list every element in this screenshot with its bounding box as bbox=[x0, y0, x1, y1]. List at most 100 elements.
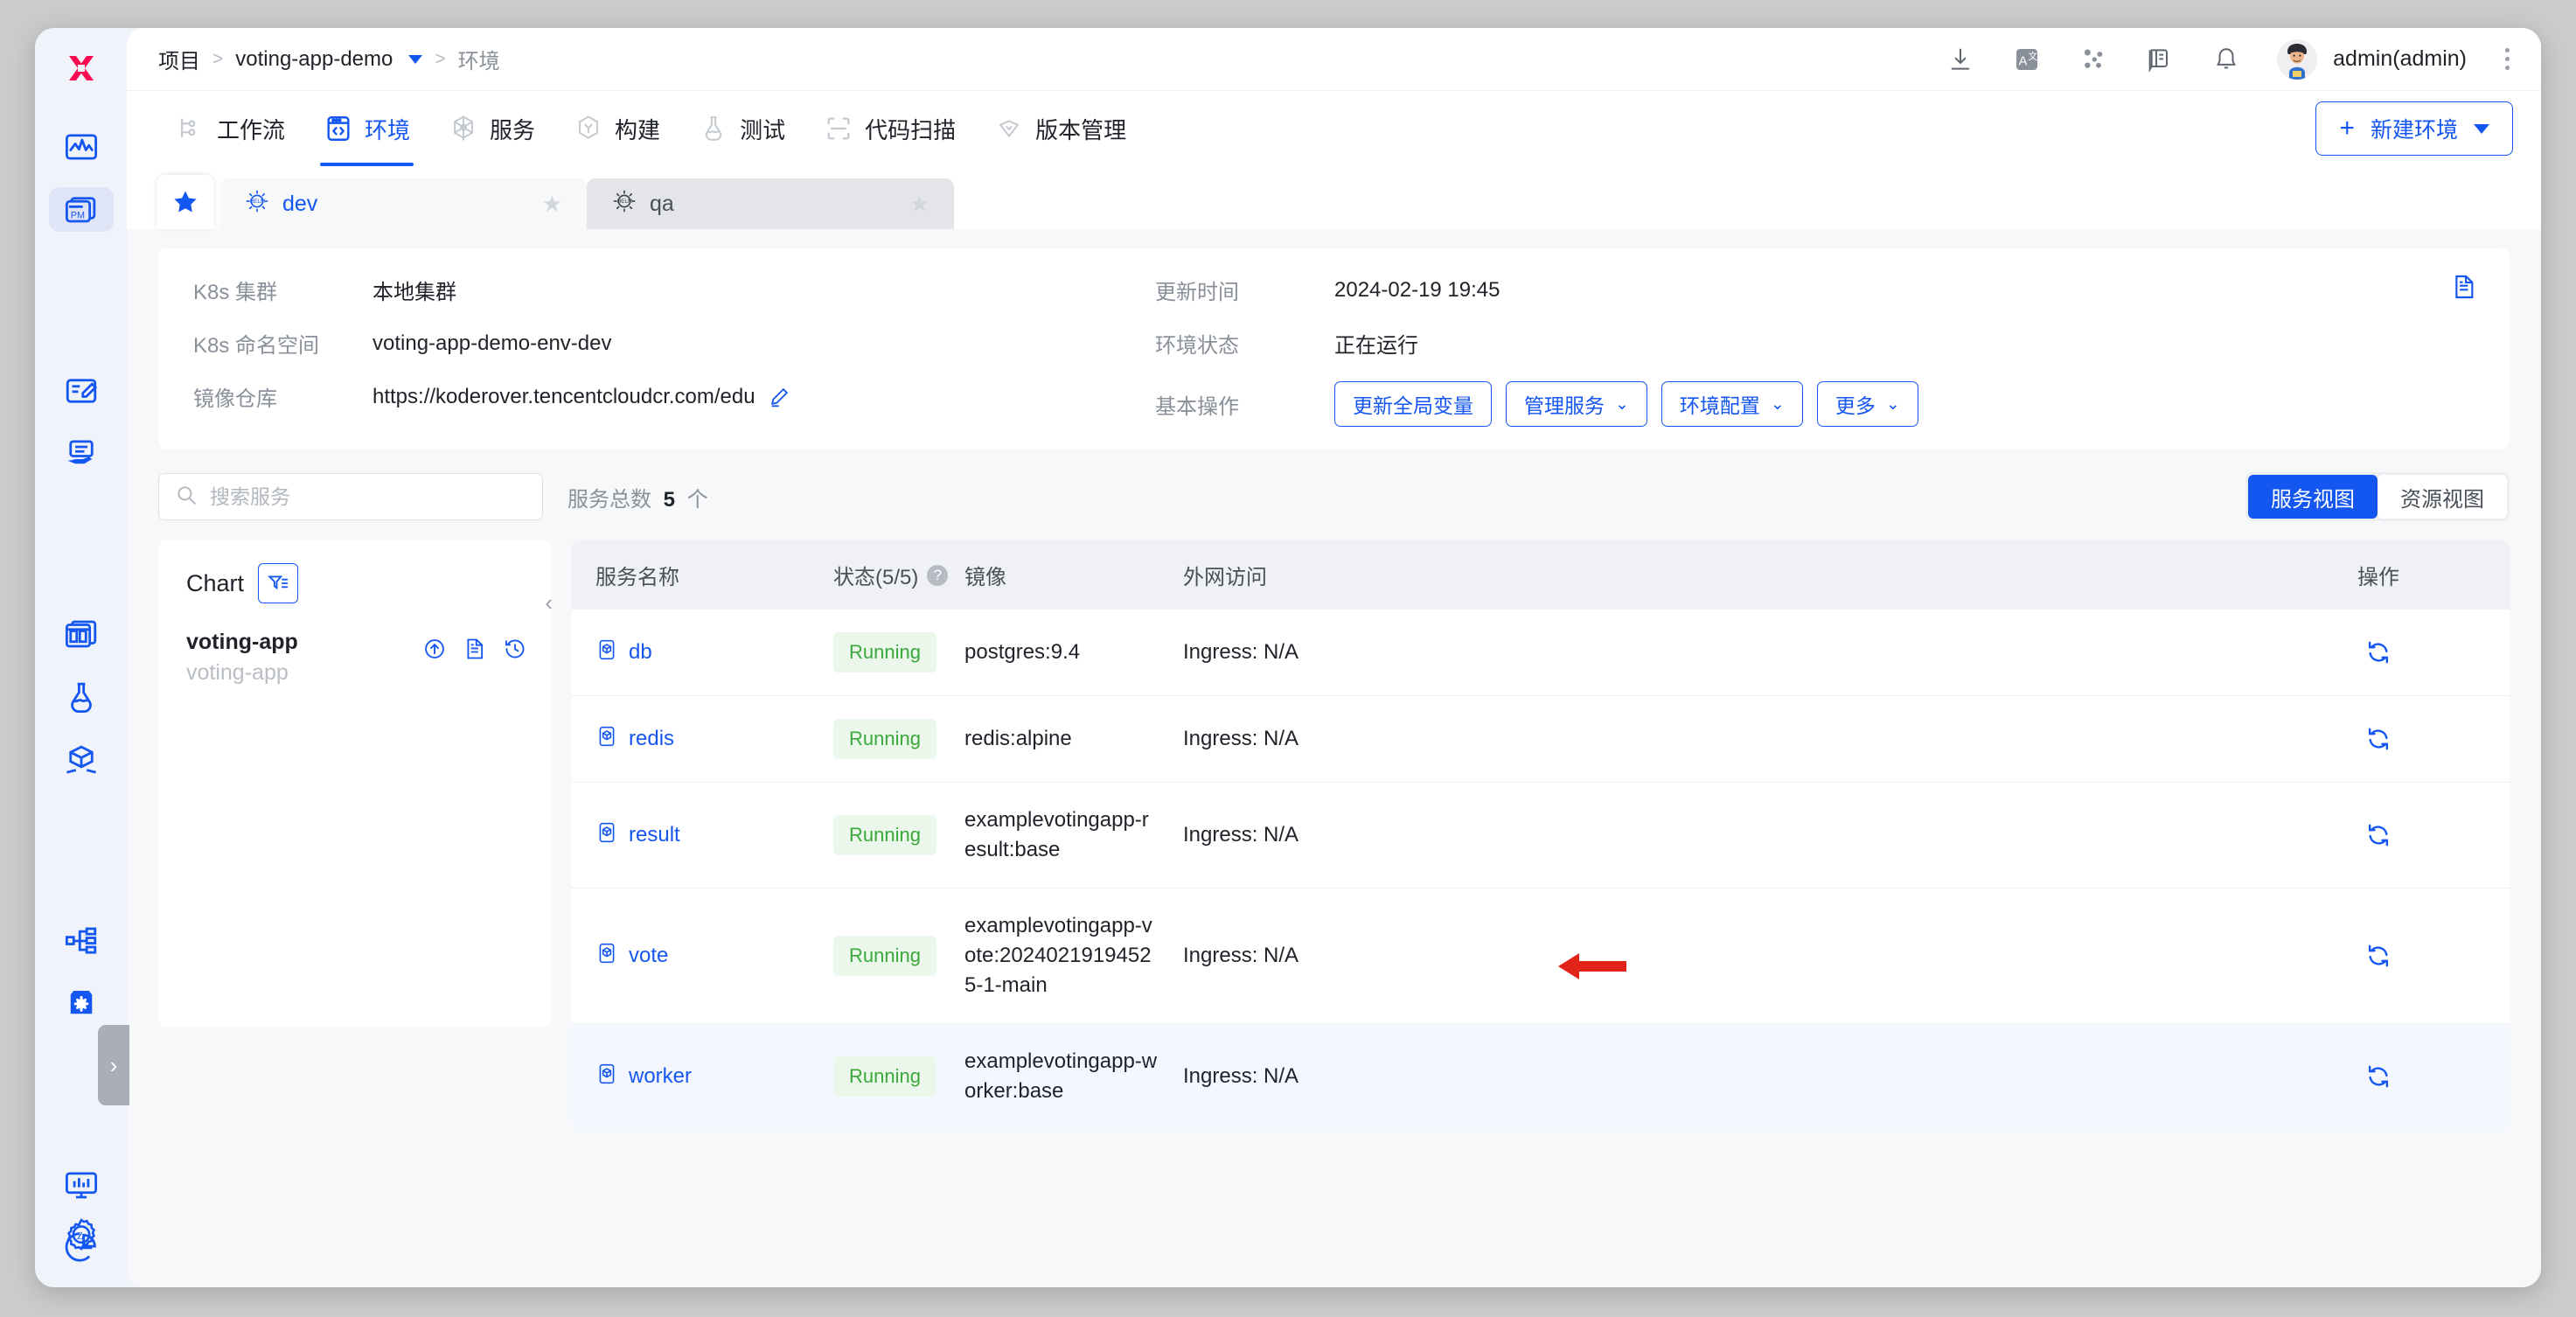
chevron-down-icon: ⌄ bbox=[1886, 394, 1900, 415]
table-header-row: 服务名称 状态(5/5) ? 镜像 bbox=[571, 540, 2510, 610]
env-tab-dev[interactable]: HELM dev ★ bbox=[219, 178, 587, 229]
svg-text:HELM: HELM bbox=[250, 198, 266, 204]
cell-operations bbox=[2247, 696, 2510, 783]
pencil-edit-icon[interactable] bbox=[768, 386, 790, 408]
more-button[interactable]: 更多 ⌄ bbox=[1817, 381, 1918, 427]
avatar[interactable] bbox=[2277, 39, 2317, 80]
env-tab-qa-star-icon[interactable]: ★ bbox=[909, 191, 929, 218]
rail-item-delivery[interactable] bbox=[49, 430, 114, 476]
rail-item-config[interactable] bbox=[49, 981, 114, 1027]
nav-item-workflow[interactable]: 工作流 bbox=[157, 91, 304, 166]
service-cube-icon bbox=[595, 725, 618, 754]
rail-item-topology[interactable] bbox=[49, 918, 114, 964]
rail-item-insight[interactable] bbox=[49, 124, 114, 170]
filter-list-icon[interactable] bbox=[258, 563, 298, 603]
rail-item-project-management[interactable]: PM bbox=[49, 187, 114, 233]
svg-text:HELM: HELM bbox=[617, 198, 633, 204]
module-nav: 工作流 环境 bbox=[127, 91, 2541, 166]
col-header-operations[interactable]: 操作 bbox=[2247, 540, 2510, 610]
kebab-menu-icon[interactable] bbox=[2502, 45, 2513, 73]
build-hex-icon bbox=[574, 114, 603, 143]
document-icon[interactable] bbox=[2450, 273, 2478, 305]
col-label-ingress: 外网访问 bbox=[1183, 560, 1267, 590]
status-badge: Running bbox=[833, 632, 936, 672]
history-icon[interactable] bbox=[503, 637, 527, 661]
service-link-redis[interactable]: redis bbox=[595, 725, 833, 754]
document-icon[interactable] bbox=[463, 637, 487, 661]
cell-service-name: db bbox=[571, 610, 833, 696]
refresh-icon[interactable] bbox=[2364, 821, 2392, 849]
registry-url-text: https://koderover.tencentcloudcr.com/edu bbox=[372, 385, 755, 409]
breadcrumb-project-dropdown-icon[interactable] bbox=[408, 55, 422, 64]
table-row[interactable]: db Running postgres:9.4 Ingress: N/A bbox=[571, 610, 2510, 696]
rail-item-edit[interactable] bbox=[49, 368, 114, 414]
table-row[interactable]: result Running examplevotingapp-result:b… bbox=[571, 783, 2510, 888]
search-icon bbox=[175, 484, 198, 511]
cell-operations bbox=[2247, 1024, 2510, 1130]
breadcrumb-project[interactable]: voting-app-demo bbox=[235, 47, 393, 72]
rail-item-test[interactable] bbox=[49, 674, 114, 720]
diamond-icon bbox=[994, 114, 1024, 143]
chart-list-item-voting-app[interactable]: voting-app voting-app bbox=[186, 630, 527, 686]
rail-item-dashboard[interactable] bbox=[49, 612, 114, 658]
chevron-left-icon[interactable]: ‹ bbox=[545, 589, 553, 617]
refresh-icon[interactable] bbox=[2364, 725, 2392, 753]
help-icon[interactable]: ? bbox=[927, 565, 948, 586]
cell-ingress: Ingress: N/A bbox=[1183, 783, 2247, 888]
service-link-vote[interactable]: vote bbox=[595, 942, 833, 971]
nav-item-test[interactable]: 测试 bbox=[679, 91, 804, 166]
nav-item-service[interactable]: 服务 bbox=[429, 91, 554, 166]
service-name-text: redis bbox=[629, 727, 674, 751]
search-input[interactable] bbox=[210, 485, 526, 509]
translate-icon[interactable]: A 文 bbox=[2011, 44, 2043, 75]
table-row[interactable]: redis Running redis:alpine Ingress: N/A bbox=[571, 696, 2510, 783]
env-config-button[interactable]: 环境配置 ⌄ bbox=[1661, 381, 1803, 427]
nav-item-release[interactable]: 版本管理 bbox=[975, 91, 1145, 166]
env-tab-qa[interactable]: HELM qa ★ bbox=[587, 178, 954, 229]
service-link-db[interactable]: db bbox=[595, 638, 833, 667]
tab-resource-view[interactable]: 资源视图 bbox=[2378, 475, 2507, 519]
refresh-icon[interactable] bbox=[2364, 1063, 2392, 1091]
cell-ingress: Ingress: N/A bbox=[1183, 610, 2247, 696]
env-tab-dev-label: dev bbox=[282, 192, 317, 217]
col-header-service-name[interactable]: 服务名称 bbox=[571, 540, 833, 610]
tab-service-view[interactable]: 服务视图 bbox=[2248, 475, 2378, 519]
rail-item-monitor[interactable] bbox=[49, 1162, 114, 1208]
col-header-ingress[interactable]: 外网访问 bbox=[1183, 540, 2247, 610]
docs-icon[interactable] bbox=[2144, 44, 2176, 75]
service-link-result[interactable]: result bbox=[595, 821, 833, 850]
service-name-text: result bbox=[629, 823, 680, 847]
info-value-update-time: 2024-02-19 19:45 bbox=[1334, 278, 1500, 303]
refresh-icon[interactable] bbox=[2364, 942, 2392, 970]
rail-item-artifact[interactable] bbox=[49, 737, 114, 783]
breadcrumb-root[interactable]: 项目 bbox=[158, 44, 200, 74]
nav-item-build[interactable]: 构建 bbox=[554, 91, 679, 166]
col-header-status[interactable]: 状态(5/5) ? bbox=[833, 540, 964, 610]
chevron-down-icon[interactable] bbox=[2474, 124, 2489, 134]
env-tab-dev-star-icon[interactable]: ★ bbox=[542, 191, 562, 218]
table-row[interactable]: vote Running examplevotingapp-vote:20240… bbox=[571, 888, 2510, 1024]
search-service-box[interactable] bbox=[158, 473, 543, 520]
service-link-worker[interactable]: worker bbox=[595, 1063, 833, 1091]
cell-image: examplevotingapp-vote:20240219194525-1-m… bbox=[964, 888, 1183, 1024]
download-icon[interactable] bbox=[1945, 44, 1976, 75]
rail-expand-handle[interactable]: › bbox=[98, 1025, 129, 1105]
username-label[interactable]: admin(admin) bbox=[2333, 46, 2467, 72]
info-value-status: 正在运行 bbox=[1334, 328, 1418, 359]
refresh-icon[interactable] bbox=[2364, 638, 2392, 666]
manage-services-button[interactable]: 管理服务 ⌄ bbox=[1506, 381, 1647, 427]
col-header-image[interactable]: 镜像 bbox=[964, 540, 1183, 610]
new-environment-button[interactable]: + 新建环境 bbox=[2315, 101, 2513, 156]
table-row[interactable]: worker Running examplevotingapp-worker:b… bbox=[571, 1024, 2510, 1130]
nav-item-environment[interactable]: 环境 bbox=[304, 91, 429, 166]
nav-item-workflow-label: 工作流 bbox=[217, 113, 285, 145]
update-global-vars-button[interactable]: 更新全局变量 bbox=[1334, 381, 1492, 427]
favorites-filter-button[interactable] bbox=[157, 175, 214, 229]
share-nodes-icon[interactable] bbox=[2078, 44, 2109, 75]
nav-item-code-scan-label: 代码扫描 bbox=[865, 113, 956, 145]
upgrade-icon[interactable] bbox=[422, 637, 447, 661]
nav-item-code-scan[interactable]: 代码扫描 bbox=[804, 91, 975, 166]
bell-icon[interactable] bbox=[2210, 44, 2242, 75]
zadig-x-logo[interactable] bbox=[52, 44, 110, 93]
rail-item-system-settings[interactable]: Z bbox=[35, 1216, 127, 1254]
